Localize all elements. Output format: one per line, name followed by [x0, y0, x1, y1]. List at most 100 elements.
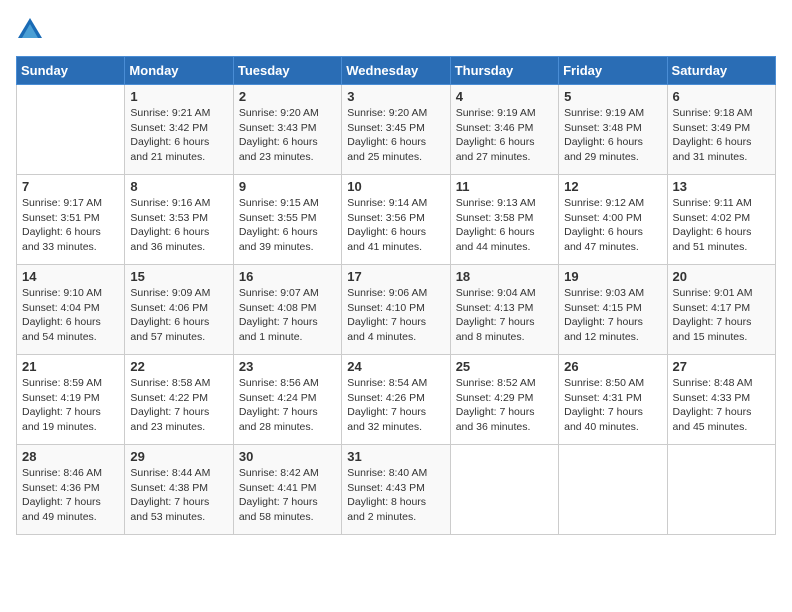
calendar-cell: 13 Sunrise: 9:11 AMSunset: 4:02 PMDayligh… [667, 175, 775, 265]
calendar-cell: 12 Sunrise: 9:12 AMSunset: 4:00 PMDayligh… [559, 175, 667, 265]
calendar-cell: 19 Sunrise: 9:03 AMSunset: 4:15 PMDayligh… [559, 265, 667, 355]
day-number: 26 [564, 359, 661, 374]
calendar-body: 1 Sunrise: 9:21 AMSunset: 3:42 PMDaylight… [17, 85, 776, 535]
day-number: 28 [22, 449, 119, 464]
cell-info: Sunrise: 9:07 AMSunset: 4:08 PMDaylight:… [239, 286, 336, 345]
cell-info: Sunrise: 9:16 AMSunset: 3:53 PMDaylight:… [130, 196, 227, 255]
cell-info: Sunrise: 9:14 AMSunset: 3:56 PMDaylight:… [347, 196, 444, 255]
calendar-cell: 20 Sunrise: 9:01 AMSunset: 4:17 PMDayligh… [667, 265, 775, 355]
cell-info: Sunrise: 8:56 AMSunset: 4:24 PMDaylight:… [239, 376, 336, 435]
calendar-cell: 23 Sunrise: 8:56 AMSunset: 4:24 PMDayligh… [233, 355, 341, 445]
calendar-cell: 14 Sunrise: 9:10 AMSunset: 4:04 PMDayligh… [17, 265, 125, 355]
calendar-cell: 21Sunrise: 8:59 AMSunset: 4:19 PMDayligh… [17, 355, 125, 445]
cell-info: Sunrise: 9:17 AMSunset: 3:51 PMDaylight:… [22, 196, 119, 255]
day-number: 10 [347, 179, 444, 194]
cell-info: Sunrise: 9:21 AMSunset: 3:42 PMDaylight:… [130, 106, 227, 165]
cell-info: Sunrise: 9:10 AMSunset: 4:04 PMDaylight:… [22, 286, 119, 345]
day-number: 29 [130, 449, 227, 464]
day-number: 27 [673, 359, 770, 374]
day-number: 3 [347, 89, 444, 104]
calendar-cell [17, 85, 125, 175]
day-number: 19 [564, 269, 661, 284]
calendar-cell: 7 Sunrise: 9:17 AMSunset: 3:51 PMDaylight… [17, 175, 125, 265]
calendar-week-4: 21Sunrise: 8:59 AMSunset: 4:19 PMDayligh… [17, 355, 776, 445]
cell-info: Sunrise: 8:40 AMSunset: 4:43 PMDaylight:… [347, 466, 444, 525]
day-number: 24 [347, 359, 444, 374]
calendar-week-2: 7 Sunrise: 9:17 AMSunset: 3:51 PMDaylight… [17, 175, 776, 265]
day-number: 15 [130, 269, 227, 284]
day-number: 25 [456, 359, 553, 374]
calendar-cell: 3 Sunrise: 9:20 AMSunset: 3:45 PMDaylight… [342, 85, 450, 175]
day-number: 18 [456, 269, 553, 284]
day-number: 4 [456, 89, 553, 104]
calendar-cell: 16 Sunrise: 9:07 AMSunset: 4:08 PMDayligh… [233, 265, 341, 355]
cell-info: Sunrise: 9:19 AMSunset: 3:48 PMDaylight:… [564, 106, 661, 165]
column-header-saturday: Saturday [667, 57, 775, 85]
cell-info: Sunrise: 9:03 AMSunset: 4:15 PMDaylight:… [564, 286, 661, 345]
page-header [16, 16, 776, 44]
day-number: 17 [347, 269, 444, 284]
calendar-cell: 26 Sunrise: 8:50 AMSunset: 4:31 PMDayligh… [559, 355, 667, 445]
cell-info: Sunrise: 9:11 AMSunset: 4:02 PMDaylight:… [673, 196, 770, 255]
day-number: 9 [239, 179, 336, 194]
cell-info: Sunrise: 9:01 AMSunset: 4:17 PMDaylight:… [673, 286, 770, 345]
day-number: 14 [22, 269, 119, 284]
cell-info: Sunrise: 8:48 AMSunset: 4:33 PMDaylight:… [673, 376, 770, 435]
cell-info: Sunrise: 9:20 AMSunset: 3:43 PMDaylight:… [239, 106, 336, 165]
cell-info: Sunrise: 9:09 AMSunset: 4:06 PMDaylight:… [130, 286, 227, 345]
day-number: 7 [22, 179, 119, 194]
cell-info: Sunrise: 8:52 AMSunset: 4:29 PMDaylight:… [456, 376, 553, 435]
cell-info: Sunrise: 8:58 AMSunset: 4:22 PMDaylight:… [130, 376, 227, 435]
calendar-cell: 27 Sunrise: 8:48 AMSunset: 4:33 PMDayligh… [667, 355, 775, 445]
cell-info: Sunrise: 9:13 AMSunset: 3:58 PMDaylight:… [456, 196, 553, 255]
day-number: 6 [673, 89, 770, 104]
calendar-cell: 28 Sunrise: 8:46 AMSunset: 4:36 PMDayligh… [17, 445, 125, 535]
calendar-cell: 15 Sunrise: 9:09 AMSunset: 4:06 PMDayligh… [125, 265, 233, 355]
cell-info: Sunrise: 8:42 AMSunset: 4:41 PMDaylight:… [239, 466, 336, 525]
calendar-cell: 29 Sunrise: 8:44 AMSunset: 4:38 PMDayligh… [125, 445, 233, 535]
column-header-thursday: Thursday [450, 57, 558, 85]
calendar-cell [559, 445, 667, 535]
cell-info: Sunrise: 8:46 AMSunset: 4:36 PMDaylight:… [22, 466, 119, 525]
column-header-friday: Friday [559, 57, 667, 85]
calendar-cell: 10 Sunrise: 9:14 AMSunset: 3:56 PMDayligh… [342, 175, 450, 265]
calendar-cell: 22 Sunrise: 8:58 AMSunset: 4:22 PMDayligh… [125, 355, 233, 445]
calendar-cell: 9 Sunrise: 9:15 AMSunset: 3:55 PMDaylight… [233, 175, 341, 265]
cell-info: Sunrise: 9:15 AMSunset: 3:55 PMDaylight:… [239, 196, 336, 255]
day-number: 23 [239, 359, 336, 374]
day-number: 21 [22, 359, 119, 374]
day-number: 22 [130, 359, 227, 374]
calendar-cell: 6Sunrise: 9:18 AMSunset: 3:49 PMDaylight… [667, 85, 775, 175]
calendar-cell: 24 Sunrise: 8:54 AMSunset: 4:26 PMDayligh… [342, 355, 450, 445]
day-number: 11 [456, 179, 553, 194]
calendar-cell: 18 Sunrise: 9:04 AMSunset: 4:13 PMDayligh… [450, 265, 558, 355]
cell-info: Sunrise: 9:20 AMSunset: 3:45 PMDaylight:… [347, 106, 444, 165]
calendar-cell: 30 Sunrise: 8:42 AMSunset: 4:41 PMDayligh… [233, 445, 341, 535]
cell-info: Sunrise: 8:54 AMSunset: 4:26 PMDaylight:… [347, 376, 444, 435]
calendar-cell: 8Sunrise: 9:16 AMSunset: 3:53 PMDaylight… [125, 175, 233, 265]
cell-info: Sunrise: 8:44 AMSunset: 4:38 PMDaylight:… [130, 466, 227, 525]
day-number: 20 [673, 269, 770, 284]
cell-info: Sunrise: 8:50 AMSunset: 4:31 PMDaylight:… [564, 376, 661, 435]
calendar-cell: 17 Sunrise: 9:06 AMSunset: 4:10 PMDayligh… [342, 265, 450, 355]
calendar-cell: 11 Sunrise: 9:13 AMSunset: 3:58 PMDayligh… [450, 175, 558, 265]
calendar-cell: 1 Sunrise: 9:21 AMSunset: 3:42 PMDaylight… [125, 85, 233, 175]
calendar-cell: 2Sunrise: 9:20 AMSunset: 3:43 PMDaylight… [233, 85, 341, 175]
day-number: 1 [130, 89, 227, 104]
day-number: 12 [564, 179, 661, 194]
column-header-tuesday: Tuesday [233, 57, 341, 85]
day-number: 30 [239, 449, 336, 464]
cell-info: Sunrise: 9:06 AMSunset: 4:10 PMDaylight:… [347, 286, 444, 345]
cell-info: Sunrise: 9:04 AMSunset: 4:13 PMDaylight:… [456, 286, 553, 345]
day-number: 16 [239, 269, 336, 284]
column-header-sunday: Sunday [17, 57, 125, 85]
calendar-table: SundayMondayTuesdayWednesdayThursdayFrid… [16, 56, 776, 535]
cell-info: Sunrise: 9:12 AMSunset: 4:00 PMDaylight:… [564, 196, 661, 255]
calendar-cell [667, 445, 775, 535]
calendar-week-5: 28 Sunrise: 8:46 AMSunset: 4:36 PMDayligh… [17, 445, 776, 535]
day-number: 13 [673, 179, 770, 194]
column-header-monday: Monday [125, 57, 233, 85]
calendar-cell: 4Sunrise: 9:19 AMSunset: 3:46 PMDaylight… [450, 85, 558, 175]
logo [16, 16, 48, 44]
calendar-cell [450, 445, 558, 535]
